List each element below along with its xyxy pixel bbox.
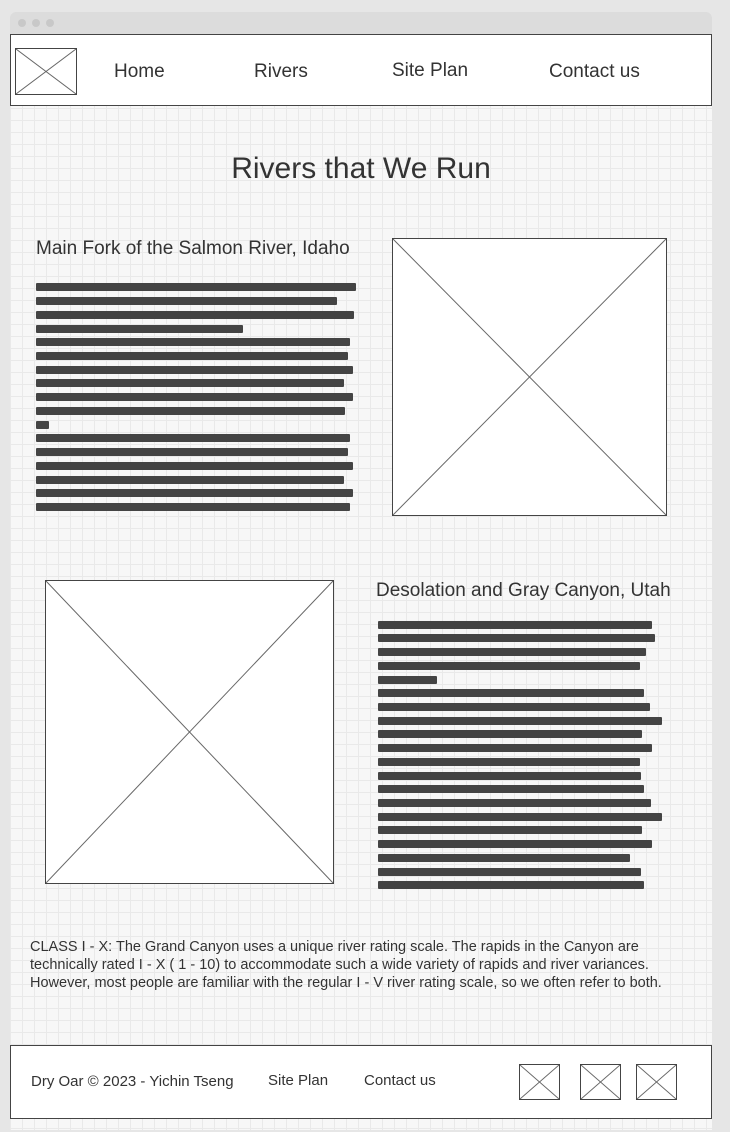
text-line <box>36 448 348 456</box>
salmon-image-placeholder <box>392 238 667 516</box>
nav-site-plan-link[interactable]: Site Plan <box>392 60 468 82</box>
text-line <box>378 717 662 725</box>
desolation-image-placeholder <box>45 580 334 884</box>
text-line <box>36 393 353 401</box>
text-line <box>378 662 640 670</box>
footer-copyright: Dry Oar © 2023 - Yichin Tseng <box>31 1073 234 1090</box>
text-line <box>36 379 344 387</box>
text-line <box>378 758 640 766</box>
text-line <box>378 730 642 738</box>
text-line <box>36 476 344 484</box>
window-dot <box>18 19 26 27</box>
text-line <box>378 785 644 793</box>
text-line <box>378 621 652 629</box>
logo-image-placeholder[interactable] <box>15 48 77 95</box>
section-heading-desolation: Desolation and Gray Canyon, Utah <box>376 580 671 601</box>
text-line <box>36 283 356 291</box>
text-line <box>378 634 655 642</box>
text-line <box>378 703 650 711</box>
text-line <box>36 338 350 346</box>
footer-contact-link[interactable]: Contact us <box>364 1072 436 1089</box>
text-line <box>36 366 353 374</box>
text-line <box>378 826 642 834</box>
text-line <box>378 854 630 862</box>
nav-home-link[interactable]: Home <box>114 61 165 83</box>
river-rating-note: CLASS I - X: The Grand Canyon uses a uni… <box>30 939 662 991</box>
social-icon-placeholder[interactable] <box>580 1064 621 1100</box>
text-line <box>378 813 662 821</box>
text-line <box>36 421 49 429</box>
text-line <box>36 462 353 470</box>
page-footer: Dry Oar © 2023 - Yichin Tseng Site Plan … <box>10 1045 712 1119</box>
page-title: Rivers that We Run <box>231 152 491 185</box>
social-icon-placeholder[interactable] <box>519 1064 560 1100</box>
text-line <box>378 648 646 656</box>
top-navigation: Home Rivers Site Plan Contact us <box>10 34 712 106</box>
text-line <box>378 868 641 876</box>
text-line <box>36 352 348 360</box>
section-heading-salmon: Main Fork of the Salmon River, Idaho <box>36 238 350 259</box>
text-line <box>36 311 354 319</box>
text-line <box>36 503 350 511</box>
nav-rivers-link[interactable]: Rivers <box>254 61 308 83</box>
text-line <box>36 325 243 333</box>
text-line <box>378 799 651 807</box>
text-line <box>36 407 345 415</box>
window-titlebar <box>10 12 712 34</box>
window-dot <box>46 19 54 27</box>
text-line <box>36 489 353 497</box>
footer-site-plan-link[interactable]: Site Plan <box>268 1072 328 1089</box>
text-line <box>378 881 644 889</box>
browser-window: Home Rivers Site Plan Contact us Rivers … <box>10 12 712 1130</box>
window-dot <box>32 19 40 27</box>
text-line <box>36 297 337 305</box>
text-line <box>36 434 350 442</box>
text-line <box>378 676 437 684</box>
text-line <box>378 744 652 752</box>
text-line <box>378 689 644 697</box>
text-line <box>378 772 641 780</box>
social-icon-placeholder[interactable] <box>636 1064 677 1100</box>
text-line <box>378 840 652 848</box>
nav-contact-link[interactable]: Contact us <box>549 61 640 83</box>
